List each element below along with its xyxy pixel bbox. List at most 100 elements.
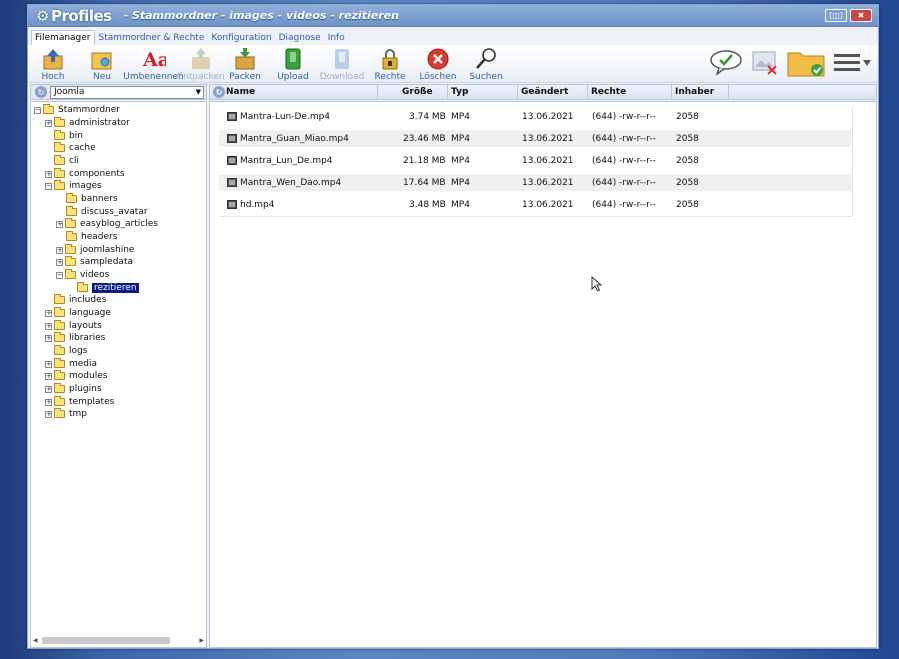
- tab-filemanager[interactable]: Filemanager: [31, 30, 95, 45]
- packen-button[interactable]: Packen: [221, 46, 269, 82]
- hoch-button[interactable]: Hoch: [28, 46, 78, 82]
- expand-icon[interactable]: +: [45, 385, 52, 393]
- download-button[interactable]: Download: [317, 46, 367, 82]
- tree-node-label: headers: [81, 232, 118, 242]
- tree-node-libraries[interactable]: + libraries: [45, 332, 105, 344]
- tree-node-joomlashine[interactable]: + joomlashine: [56, 244, 134, 256]
- expand-icon[interactable]: +: [45, 309, 52, 317]
- tab-konfiguration[interactable]: Konfiguration: [208, 31, 274, 45]
- expand-icon[interactable]: +: [45, 372, 52, 380]
- column-name[interactable]: Name: [226, 84, 378, 100]
- image-delete-icon[interactable]: [751, 49, 779, 75]
- app-logo: ⚙ Profiles: [36, 7, 112, 25]
- umbenennen-button[interactable]: Aa Umbenennen: [123, 46, 184, 82]
- column-permissions[interactable]: Rechte: [588, 84, 672, 100]
- suchen-button[interactable]: Suchen: [463, 46, 509, 82]
- tree-node-includes[interactable]: includes: [54, 294, 106, 306]
- tree-node-templates[interactable]: + templates: [45, 396, 114, 408]
- scroll-thumb[interactable]: [41, 637, 170, 644]
- root-select[interactable]: Joomla ▼: [50, 85, 204, 99]
- collapse-icon[interactable]: −: [56, 271, 63, 279]
- expand-icon[interactable]: +: [56, 246, 63, 254]
- tree-node-media[interactable]: + media: [45, 358, 97, 370]
- file-owner: 2058: [676, 134, 699, 144]
- tree-node-modules[interactable]: + modules: [45, 370, 107, 382]
- file-type: MP4: [451, 134, 470, 144]
- tab-stammordner-rechte[interactable]: Stammordner & Rechte: [96, 31, 208, 45]
- collapse-icon[interactable]: −: [45, 182, 52, 190]
- loeschen-button[interactable]: Löschen: [413, 46, 463, 82]
- tree-node-sampledata[interactable]: + sampledata: [56, 256, 133, 268]
- expand-icon[interactable]: +: [45, 119, 52, 127]
- tree-node-headers[interactable]: headers: [66, 231, 117, 243]
- tree-node-label: banners: [81, 194, 118, 204]
- tab-info[interactable]: Info: [325, 31, 348, 45]
- close-button[interactable]: ✖: [850, 9, 872, 22]
- tree-node-label: bin: [69, 131, 83, 141]
- tree-node-plugins[interactable]: + plugins: [45, 383, 102, 395]
- file-name: hd.mp4: [240, 200, 275, 210]
- download-label: Download: [319, 72, 365, 82]
- folder-check-icon[interactable]: [787, 47, 825, 77]
- table-row[interactable]: Mantra_Wen_Dao.mp4 17.64 MB MP4 13.06.20…: [219, 174, 851, 191]
- tree-refresh-icon[interactable]: ↻: [35, 86, 47, 98]
- expand-icon[interactable]: +: [56, 258, 63, 266]
- tree-node-label: administrator: [69, 118, 130, 128]
- tree-node-discuss-avatar[interactable]: discuss_avatar: [66, 206, 148, 218]
- tree-node-language[interactable]: + language: [45, 307, 111, 319]
- expand-icon[interactable]: +: [56, 220, 63, 228]
- tree-node-stammordner[interactable]: − Stammordner: [34, 104, 120, 116]
- file-owner: 2058: [676, 112, 699, 122]
- tree-node-easyblog-articles[interactable]: + easyblog_articles: [56, 218, 158, 230]
- restore-button[interactable]: [◫]: [825, 9, 847, 22]
- tree-node-label: discuss_avatar: [81, 207, 148, 217]
- toolbar: Hoch Neu Aa Umbenennen Entpacken Packen …: [28, 45, 878, 83]
- collapse-icon[interactable]: −: [34, 106, 41, 114]
- tree-node-images[interactable]: − images: [45, 180, 102, 192]
- expand-icon[interactable]: +: [45, 322, 52, 330]
- folder-icon: [54, 332, 65, 342]
- entpacken-button[interactable]: Entpacken: [177, 46, 225, 82]
- file-permissions: (644) -rw-r--r--: [592, 156, 656, 166]
- rechte-button[interactable]: Rechte: [367, 46, 413, 82]
- tree-node-bin[interactable]: bin: [54, 130, 83, 142]
- tree-node-banners[interactable]: banners: [66, 193, 118, 205]
- scroll-left-icon[interactable]: ◀: [33, 637, 38, 644]
- expand-icon[interactable]: +: [45, 360, 52, 368]
- column-owner[interactable]: Inhaber: [672, 84, 729, 100]
- video-file-icon: [227, 112, 237, 121]
- table-row[interactable]: hd.mp4 3.48 MB MP4 13.06.2021 (644) -rw-…: [219, 196, 851, 213]
- file-permissions: (644) -rw-r--r--: [592, 134, 656, 144]
- upload-button[interactable]: Upload: [269, 46, 317, 82]
- column-type[interactable]: Typ: [448, 84, 518, 100]
- table-row[interactable]: Mantra_Lun_De.mp4 21.18 MB MP4 13.06.202…: [219, 152, 851, 169]
- tree-node-cache[interactable]: cache: [54, 142, 96, 154]
- column-size[interactable]: Größe: [378, 84, 448, 100]
- tree-node-rezitieren[interactable]: rezitieren: [77, 282, 139, 294]
- tree-node-cli[interactable]: cli: [54, 155, 79, 167]
- tree-node-label: language: [69, 308, 111, 318]
- expand-icon[interactable]: +: [45, 410, 52, 418]
- folder-icon: [54, 370, 65, 380]
- expand-icon[interactable]: +: [45, 334, 52, 342]
- list-refresh-icon[interactable]: ↻: [213, 86, 225, 98]
- file-name: Mantra-Lun-De.mp4: [240, 112, 331, 122]
- tab-diagnose[interactable]: Diagnose: [276, 31, 324, 45]
- tree-node-administrator[interactable]: + administrator: [45, 117, 130, 129]
- tree-node-videos[interactable]: − videos: [56, 269, 109, 281]
- expand-icon[interactable]: +: [45, 170, 52, 178]
- lock-icon: [382, 49, 398, 70]
- tree-node-logs[interactable]: logs: [54, 345, 87, 357]
- tree-node-tmp[interactable]: + tmp: [45, 408, 87, 420]
- expand-icon[interactable]: +: [45, 398, 52, 406]
- menu-icon[interactable]: [833, 51, 873, 73]
- table-row[interactable]: Mantra_Guan_Miao.mp4 23.46 MB MP4 13.06.…: [219, 130, 851, 147]
- tree-node-layouts[interactable]: + layouts: [45, 320, 102, 332]
- column-modified[interactable]: Geändert: [518, 84, 588, 100]
- table-row[interactable]: Mantra-Lun-De.mp4 3.74 MB MP4 13.06.2021…: [219, 108, 851, 125]
- scroll-right-icon[interactable]: ▶: [199, 637, 204, 644]
- neu-button[interactable]: Neu: [78, 46, 126, 82]
- tree-horizontal-scrollbar[interactable]: ◀ ▶: [33, 636, 204, 645]
- chat-check-icon[interactable]: [709, 49, 743, 75]
- tree-node-components[interactable]: + components: [45, 168, 125, 180]
